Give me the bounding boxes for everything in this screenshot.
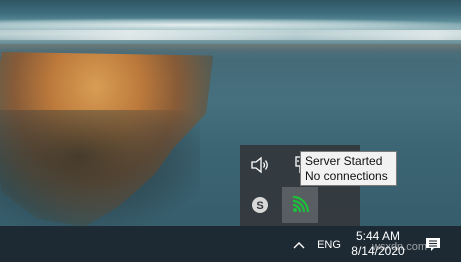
- reflection-shadow: [0, 110, 200, 226]
- wifi-server-icon: [292, 195, 310, 213]
- wet-sand: [0, 44, 461, 54]
- action-center-icon: [426, 238, 440, 251]
- action-center-button[interactable]: [419, 233, 447, 257]
- server-status-tooltip: Server Started No connections: [300, 151, 397, 186]
- desktop-wallpaper: [0, 0, 461, 226]
- volume-tray-button[interactable]: [242, 147, 278, 183]
- wave-foam-secondary: [0, 30, 461, 40]
- svg-text:S: S: [256, 200, 263, 212]
- input-language-indicator[interactable]: ENG: [313, 236, 345, 254]
- chevron-up-icon: [293, 242, 305, 249]
- tooltip-line-status: Server Started: [305, 154, 383, 168]
- skype-icon: S: [252, 197, 268, 213]
- speaker-icon: [251, 156, 268, 174]
- skype-tray-button[interactable]: S: [242, 187, 278, 223]
- show-hidden-icons-button[interactable]: [289, 234, 309, 256]
- tooltip-line-connections: No connections: [305, 169, 388, 183]
- server-tray-button[interactable]: [282, 187, 318, 223]
